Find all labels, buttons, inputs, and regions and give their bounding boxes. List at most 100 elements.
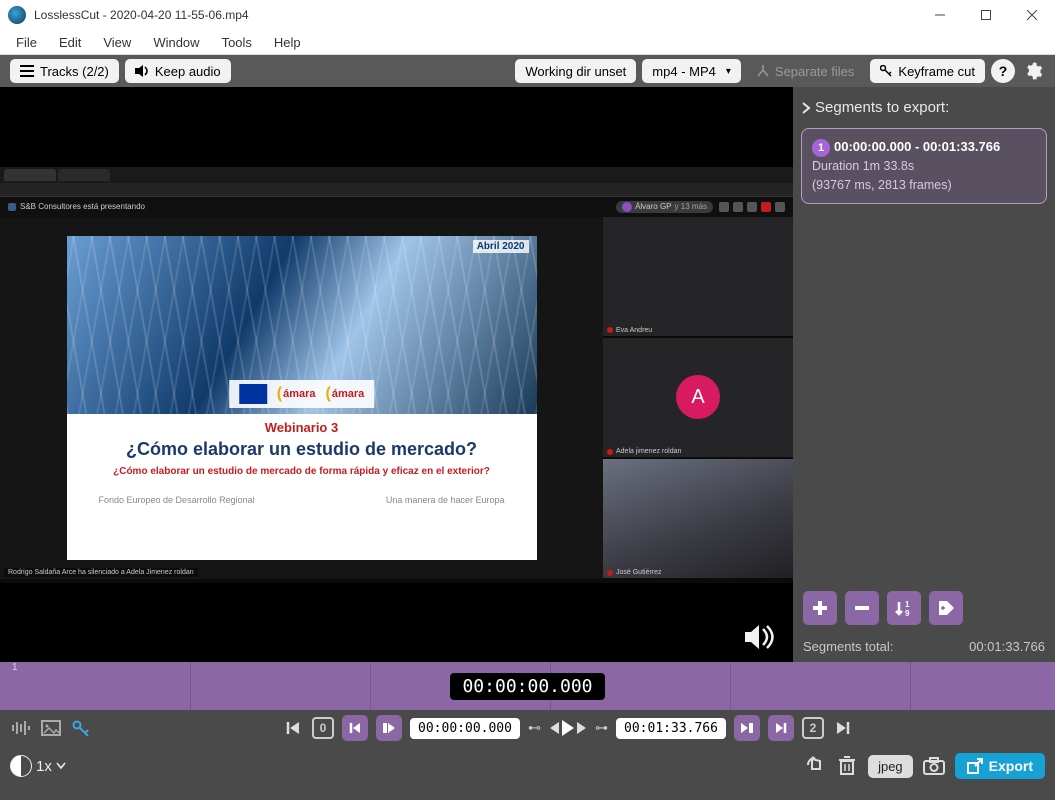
segment-detail: (93767 ms, 2813 frames) [812, 176, 1036, 195]
working-dir-button[interactable]: Working dir unset [515, 59, 636, 83]
menu-help[interactable]: Help [266, 33, 309, 52]
yinyang-icon [10, 755, 32, 777]
keyframe-cut-button[interactable]: Keyframe cut [870, 59, 985, 83]
menu-edit[interactable]: Edit [51, 33, 89, 52]
toolbar: Tracks (2/2) Keep audio Working dir unse… [0, 55, 1055, 87]
key-icon [880, 65, 892, 77]
help-button[interactable]: ? [991, 59, 1015, 83]
volume-icon [745, 624, 775, 650]
key-left: ⊷ [528, 720, 541, 736]
export-icon [967, 758, 983, 774]
separate-files-toggle[interactable]: Separate files [747, 59, 865, 83]
set-in-icon [381, 721, 397, 735]
main-area: S&B Consultores está presentando Álvaro … [0, 87, 1055, 662]
minimize-button[interactable] [917, 0, 963, 30]
camara-logo-2: ámara [326, 385, 365, 403]
menu-file[interactable]: File [8, 33, 45, 52]
capture-frame-button[interactable] [923, 755, 945, 777]
video-frame[interactable]: S&B Consultores está presentando Álvaro … [0, 87, 793, 662]
maximize-icon [981, 10, 991, 20]
set-start-button[interactable] [376, 715, 402, 741]
participant-tile: José Gutiérrez [603, 459, 793, 578]
sort-icon: 19 [894, 598, 914, 618]
settings-button[interactable] [1021, 59, 1045, 83]
segments-panel-title[interactable]: Segments to export: [801, 95, 1047, 120]
skip-end-icon [836, 721, 850, 735]
set-end-button[interactable] [734, 715, 760, 741]
speaker-icon [135, 65, 149, 77]
keep-audio-button[interactable]: Keep audio [125, 59, 231, 83]
playback-speed[interactable]: 1x [10, 755, 66, 777]
close-button[interactable] [1009, 0, 1055, 30]
add-segment-button[interactable] [803, 591, 837, 625]
skip-prev-icon [348, 721, 362, 735]
capture-format-button[interactable]: jpeg [868, 755, 913, 778]
waveform-toggle[interactable] [10, 717, 32, 739]
next-keyframe-button[interactable] [768, 715, 794, 741]
tracks-button[interactable]: Tracks (2/2) [10, 59, 119, 83]
remove-segment-button[interactable] [845, 591, 879, 625]
window-controls [917, 0, 1055, 30]
eu-flag-icon [239, 384, 267, 404]
play-controls [549, 719, 587, 737]
chevron-right-icon [801, 101, 811, 115]
window-title: LosslessCut - 2020-04-20 11-55-06.mp4 [34, 8, 917, 22]
browser-tabbar [0, 167, 793, 183]
thumbnails-toggle[interactable] [40, 717, 62, 739]
meet-caption: Rodrigo Saldaña Arce ha silenciado a Ade… [4, 568, 198, 577]
close-icon [1027, 10, 1037, 20]
menu-tools[interactable]: Tools [214, 33, 260, 52]
svg-text:9: 9 [905, 609, 910, 618]
export-button[interactable]: Export [955, 753, 1045, 779]
next-keyframes-count[interactable]: 2 [802, 717, 824, 739]
segment-actions: 19 [801, 591, 1047, 625]
start-timecode-input[interactable] [410, 718, 520, 739]
video-area: S&B Consultores está presentando Álvaro … [0, 87, 793, 662]
minus-icon [852, 598, 872, 618]
slide-title: ¿Cómo elaborar un estudio de mercado? [83, 439, 521, 460]
window-titlebar: LosslessCut - 2020-04-20 11-55-06.mp4 [0, 0, 1055, 30]
slide-date: Abril 2020 [473, 240, 529, 253]
volume-button[interactable] [745, 624, 775, 650]
jump-end-button[interactable] [832, 717, 854, 739]
camara-logo: ámara [277, 385, 316, 403]
video-content: S&B Consultores está presentando Álvaro … [0, 167, 793, 583]
chevron-down-icon [56, 762, 66, 770]
step-forward-button[interactable] [577, 721, 587, 735]
maximize-button[interactable] [963, 0, 1009, 30]
prev-keyframes-count[interactable]: 0 [312, 717, 334, 739]
label-segment-button[interactable] [929, 591, 963, 625]
trash-icon [838, 756, 856, 776]
camera-icon [923, 757, 945, 775]
prev-keyframe-button[interactable] [342, 715, 368, 741]
timeline-seg-num: 1 [12, 662, 18, 673]
key-right: ⊶ [595, 720, 608, 736]
rotate-button[interactable] [804, 755, 826, 777]
format-select[interactable]: mp4 - MP4 [642, 59, 741, 83]
segment-range: 00:00:00.000 - 00:01:33.766 [834, 139, 1000, 154]
playback-controls: 0 ⊷ ⊶ 2 [0, 710, 1055, 746]
tracks-label: Tracks (2/2) [40, 64, 109, 79]
sort-segments-button[interactable]: 19 [887, 591, 921, 625]
step-back-button[interactable] [549, 721, 559, 735]
timeline-timecode[interactable]: 00:00:00.000 [450, 673, 604, 700]
keyframes-toggle[interactable] [70, 717, 92, 739]
slide-footer-right: Una manera de hacer Europa [386, 495, 505, 505]
jump-start-button[interactable] [282, 717, 304, 739]
timeline[interactable]: 1 00:00:00.000 [0, 662, 1055, 710]
segment-index-badge: 1 [812, 139, 830, 157]
segments-panel: Segments to export: 1 00:00:00.000 - 00:0… [793, 87, 1055, 662]
slide-subtitle: ¿Cómo elaborar un estudio de mercado de … [83, 466, 521, 477]
key-icon [72, 720, 90, 736]
menu-view[interactable]: View [95, 33, 139, 52]
presentation-area: Abril 2020 ámara ámara Webinario 3 ¿Cómo… [0, 217, 603, 579]
list-icon [20, 65, 34, 77]
end-timecode-input[interactable] [616, 718, 726, 739]
delete-button[interactable] [836, 755, 858, 777]
segment-item[interactable]: 100:00:00.000 - 00:01:33.766 Duration 1m… [801, 128, 1047, 204]
gear-icon [1023, 61, 1043, 81]
waveform-icon [11, 720, 31, 736]
participant-tiles: Eva Andreu A Adela jimenez roldan José G… [603, 217, 793, 579]
play-button[interactable] [561, 719, 575, 737]
menu-window[interactable]: Window [145, 33, 207, 52]
